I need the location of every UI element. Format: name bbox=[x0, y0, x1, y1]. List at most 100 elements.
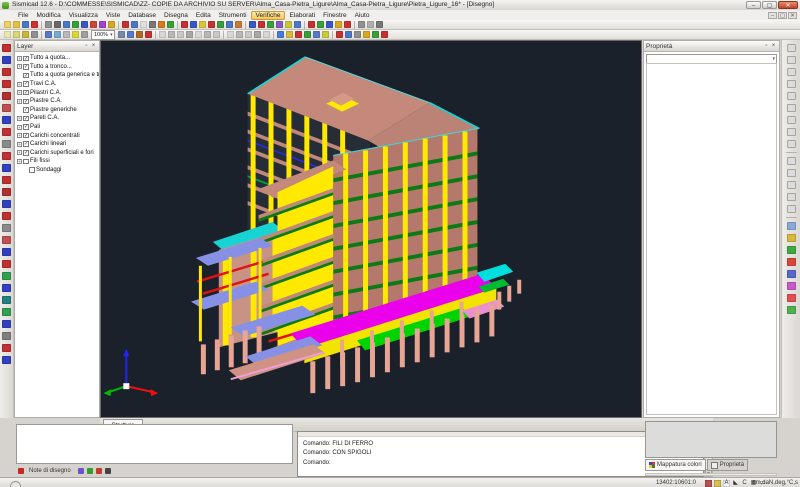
close-icon[interactable]: × bbox=[770, 43, 777, 49]
tool-icon[interactable] bbox=[2, 44, 11, 52]
tool-icon[interactable] bbox=[186, 31, 193, 38]
tool-icon[interactable] bbox=[2, 56, 11, 64]
layer-checkbox[interactable]: ✓ bbox=[23, 107, 29, 113]
tool-icon[interactable] bbox=[367, 21, 374, 28]
layer-checkbox[interactable]: ✓ bbox=[23, 150, 29, 156]
tool-icon[interactable] bbox=[63, 31, 70, 38]
drawing-viewport[interactable] bbox=[100, 40, 642, 418]
tool-icon[interactable] bbox=[2, 332, 11, 340]
tool-icon[interactable] bbox=[195, 31, 202, 38]
tool-icon[interactable] bbox=[45, 21, 52, 28]
tool-icon[interactable] bbox=[2, 68, 11, 76]
expand-icon[interactable]: + bbox=[17, 116, 22, 121]
layer-checkbox[interactable]: ✓ bbox=[23, 133, 29, 139]
close-button[interactable]: ✕ bbox=[778, 1, 798, 9]
layer-checkbox[interactable]: ✓ bbox=[23, 90, 29, 96]
tool-icon[interactable] bbox=[787, 222, 796, 230]
tool-icon[interactable] bbox=[45, 31, 52, 38]
tool-icon[interactable] bbox=[344, 21, 351, 28]
expand-icon[interactable]: + bbox=[17, 99, 22, 104]
tool-icon[interactable] bbox=[263, 31, 270, 38]
tool-icon[interactable] bbox=[787, 234, 796, 242]
expand-icon[interactable]: + bbox=[17, 64, 22, 69]
pin-icon[interactable]: ▫ bbox=[763, 43, 770, 49]
tool-icon[interactable] bbox=[267, 21, 274, 28]
ortho-status-icon[interactable]: C bbox=[741, 480, 748, 487]
tool-icon[interactable] bbox=[2, 188, 11, 196]
mdi-close-button[interactable]: ✕ bbox=[788, 12, 797, 19]
tool-icon[interactable] bbox=[2, 272, 11, 280]
tool-icon[interactable] bbox=[2, 200, 11, 208]
layer-item[interactable]: Sondaggi bbox=[16, 166, 99, 175]
tool-icon[interactable] bbox=[787, 193, 796, 201]
mdi-restore-button[interactable]: ▢ bbox=[778, 12, 787, 19]
tool-icon[interactable] bbox=[2, 344, 11, 352]
tool-icon[interactable] bbox=[236, 31, 243, 38]
tool-icon[interactable] bbox=[787, 44, 796, 52]
tool-icon[interactable] bbox=[277, 31, 284, 38]
tool-icon[interactable] bbox=[336, 31, 343, 38]
lamp-status-icon[interactable] bbox=[714, 480, 721, 487]
tool-icon[interactable] bbox=[2, 80, 11, 88]
layer-item[interactable]: ✓Piastre generiche bbox=[16, 106, 99, 115]
tool-icon[interactable] bbox=[72, 31, 79, 38]
menu-database[interactable]: Database bbox=[124, 11, 160, 20]
tool-icon[interactable] bbox=[358, 21, 365, 28]
tool-icon[interactable] bbox=[381, 31, 388, 38]
tool-icon[interactable] bbox=[326, 21, 333, 28]
layer-item[interactable]: +✓Carichi concentrati bbox=[16, 131, 99, 140]
tool-icon[interactable] bbox=[249, 21, 256, 28]
notes-panel[interactable] bbox=[16, 424, 293, 464]
triangle-snap-icon[interactable]: ◣ bbox=[732, 480, 739, 487]
menu-verifiche[interactable]: Verifiche bbox=[251, 11, 286, 20]
tool-icon[interactable] bbox=[295, 31, 302, 38]
tool-icon[interactable] bbox=[254, 31, 261, 38]
layer-checkbox[interactable]: ✓ bbox=[23, 56, 29, 62]
layer-checkbox[interactable]: ✓ bbox=[23, 116, 29, 122]
tool-icon[interactable] bbox=[31, 21, 38, 28]
tool-icon[interactable] bbox=[235, 21, 242, 28]
tool-icon[interactable] bbox=[245, 31, 252, 38]
tool-icon[interactable] bbox=[158, 21, 165, 28]
tool-icon[interactable] bbox=[335, 21, 342, 28]
tool-icon[interactable] bbox=[22, 31, 29, 38]
tool-icon[interactable] bbox=[787, 282, 796, 290]
layer-item[interactable]: +✓Tutto a tronco... bbox=[16, 63, 99, 72]
tool-icon[interactable] bbox=[2, 92, 11, 100]
tab-mappatura-colori[interactable]: Mappatura colori bbox=[645, 459, 706, 471]
tool-icon[interactable] bbox=[787, 68, 796, 76]
tool-icon[interactable] bbox=[354, 31, 361, 38]
tool-icon[interactable] bbox=[2, 248, 11, 256]
layer-checkbox[interactable]: ✓ bbox=[23, 73, 29, 79]
layer-checkbox[interactable]: ✓ bbox=[23, 81, 29, 87]
menu-edita[interactable]: Edita bbox=[192, 11, 215, 20]
note-tool-icon[interactable] bbox=[96, 468, 102, 474]
tool-icon[interactable] bbox=[787, 169, 796, 177]
tool-icon[interactable] bbox=[2, 236, 11, 244]
zoom-level-combo[interactable]: 100% ▾ bbox=[91, 30, 115, 40]
layer-checkbox[interactable] bbox=[23, 159, 29, 165]
tool-icon[interactable] bbox=[787, 246, 796, 254]
tool-icon[interactable] bbox=[108, 21, 115, 28]
tool-icon[interactable] bbox=[4, 31, 11, 38]
tool-icon[interactable] bbox=[168, 31, 175, 38]
tool-icon[interactable] bbox=[208, 21, 215, 28]
note-tool-icon[interactable] bbox=[105, 468, 111, 474]
tool-icon[interactable] bbox=[181, 21, 188, 28]
close-icon[interactable]: × bbox=[90, 43, 97, 49]
layer-item[interactable]: +✓Carichi superficiali e fori bbox=[16, 149, 99, 158]
tool-icon[interactable] bbox=[363, 31, 370, 38]
tool-icon[interactable] bbox=[258, 21, 265, 28]
tool-icon[interactable] bbox=[2, 128, 11, 136]
layer-item[interactable]: +✓Piastre C.A. bbox=[16, 97, 99, 106]
expand-icon[interactable]: + bbox=[17, 150, 22, 155]
tool-icon[interactable] bbox=[54, 31, 61, 38]
tool-icon[interactable] bbox=[177, 31, 184, 38]
tool-icon[interactable] bbox=[2, 164, 11, 172]
tool-icon[interactable] bbox=[787, 128, 796, 136]
user-status-icon[interactable] bbox=[705, 480, 712, 487]
tool-icon[interactable] bbox=[145, 31, 152, 38]
tool-icon[interactable] bbox=[787, 258, 796, 266]
menu-strumenti[interactable]: Strumenti bbox=[215, 11, 251, 20]
tool-icon[interactable] bbox=[286, 31, 293, 38]
